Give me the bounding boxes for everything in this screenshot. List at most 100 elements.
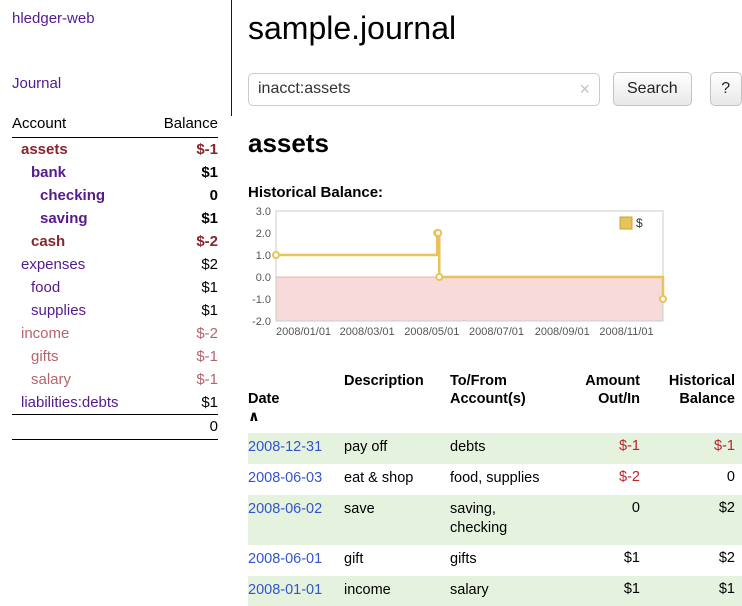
svg-text:-1.0: -1.0: [252, 294, 271, 306]
journal-link[interactable]: Journal: [12, 75, 61, 92]
accounts-header: Account Balance: [12, 113, 218, 138]
brand: hledger-web: [12, 10, 218, 28]
date-link[interactable]: 2008-06-01: [248, 551, 322, 567]
register-row: 2008-12-31 pay off debts $-1 $-1: [248, 433, 742, 464]
account-cell: food, supplies: [450, 464, 570, 495]
main-content: sample.journal × Search ? assets Histori…: [248, 0, 742, 606]
help-button[interactable]: ?: [710, 72, 742, 106]
chart-x-axis-labels: 2008/01/012008/03/012008/05/012008/07/01…: [276, 326, 654, 338]
balance-cell: $2: [640, 545, 742, 576]
svg-text:1.0: 1.0: [256, 250, 271, 262]
description-cell: pay off: [344, 433, 450, 464]
sort-asc-icon: ∧: [248, 409, 260, 425]
account-row: cash $-2: [12, 230, 218, 253]
description-cell: income: [344, 576, 450, 606]
account-row: income $-2: [12, 322, 218, 345]
account-link-salary[interactable]: salary: [12, 371, 71, 388]
account-link-cash[interactable]: cash: [12, 233, 65, 250]
account-link-checking[interactable]: checking: [12, 187, 105, 204]
account-balance: $-1: [196, 141, 218, 158]
sidebar-nav: Journal: [12, 75, 218, 92]
amount-cell: $1: [570, 545, 640, 576]
account-link-bank[interactable]: bank: [12, 164, 66, 181]
date-link[interactable]: 2008-12-31: [248, 439, 322, 455]
header-account: To/From Account(s): [450, 368, 570, 433]
account-row: checking 0: [12, 184, 218, 207]
account-row: liabilities:debts $1: [12, 391, 218, 415]
description-cell: eat & shop: [344, 464, 450, 495]
chart-y-axis-labels: 3.02.01.00.0-1.0-2.0: [252, 207, 271, 328]
account-balance: $-2: [196, 233, 218, 250]
svg-text:-2.0: -2.0: [252, 316, 271, 328]
search-row: × Search ?: [248, 72, 742, 106]
account-row: gifts $-1: [12, 345, 218, 368]
register-table-container: Date ∧ Description To/From Account(s) Am…: [248, 368, 742, 606]
account-link-assets[interactable]: assets: [12, 141, 68, 158]
register-row: 2008-06-03 eat & shop food, supplies $-2…: [248, 464, 742, 495]
account-link-food[interactable]: food: [12, 279, 60, 296]
account-balance: $-1: [196, 371, 218, 388]
svg-text:2008/07/01: 2008/07/01: [469, 326, 524, 338]
amount-cell: $-1: [570, 433, 640, 464]
search-input[interactable]: [258, 80, 579, 98]
account-link-supplies[interactable]: supplies: [12, 302, 86, 319]
account-balance: $1: [201, 164, 218, 181]
account-link-expenses[interactable]: expenses: [12, 256, 85, 273]
register-header-row: Date ∧ Description To/From Account(s) Am…: [248, 368, 742, 433]
account-row: bank $1: [12, 161, 218, 184]
account-heading: assets: [248, 128, 742, 159]
account-link-liabilities-debts[interactable]: liabilities:debts: [12, 394, 119, 411]
account-cell: saving, checking: [450, 495, 570, 545]
svg-text:2008/09/01: 2008/09/01: [535, 326, 590, 338]
accounts-total-row: 0: [12, 415, 218, 440]
amount-cell: $-2: [570, 464, 640, 495]
account-link-gifts[interactable]: gifts: [12, 348, 59, 365]
account-row: food $1: [12, 276, 218, 299]
account-cell: salary: [450, 576, 570, 606]
account-row: supplies $1: [12, 299, 218, 322]
account-balance: $1: [201, 302, 218, 319]
account-balance: $-2: [196, 325, 218, 342]
account-row: expenses $2: [12, 253, 218, 276]
account-balance: $1: [201, 210, 218, 227]
header-balance: Historical Balance: [640, 368, 742, 433]
svg-text:2008/11/01: 2008/11/01: [599, 326, 653, 338]
page-title: sample.journal: [248, 10, 742, 47]
header-description: Description: [344, 368, 450, 433]
date-link[interactable]: 2008-06-03: [248, 470, 322, 486]
account-cell: debts: [450, 433, 570, 464]
svg-text:3.0: 3.0: [256, 207, 271, 218]
date-link[interactable]: 2008-01-01: [248, 582, 322, 598]
legend-swatch-icon: [620, 217, 632, 229]
account-balance: $2: [201, 256, 218, 273]
header-date[interactable]: Date ∧: [248, 368, 344, 433]
account-link-saving[interactable]: saving: [12, 210, 88, 227]
account-row: salary $-1: [12, 368, 218, 391]
account-link-income[interactable]: income: [12, 325, 69, 342]
register-row: 2008-06-01 gift gifts $1 $2: [248, 545, 742, 576]
balance-cell: $2: [640, 495, 742, 545]
brand-link[interactable]: hledger-web: [12, 10, 95, 27]
svg-text:2008/01/01: 2008/01/01: [276, 326, 331, 338]
search-button[interactable]: Search: [613, 72, 692, 106]
search-box[interactable]: ×: [248, 73, 600, 106]
header-amount: Amount Out/In: [570, 368, 640, 433]
accounts-header-balance: Balance: [164, 115, 218, 132]
balance-cell: $1: [640, 576, 742, 606]
balance-cell: $-1: [640, 433, 742, 464]
account-row: saving $1: [12, 207, 218, 230]
description-cell: save: [344, 495, 450, 545]
account-cell: gifts: [450, 545, 570, 576]
account-balance: $1: [201, 394, 218, 411]
accounts-total: 0: [210, 418, 218, 435]
account-balance: 0: [210, 187, 218, 204]
clear-icon[interactable]: ×: [579, 80, 590, 98]
description-cell: gift: [344, 545, 450, 576]
date-link[interactable]: 2008-06-02: [248, 501, 322, 517]
historical-balance-chart: 3.02.01.00.0-1.0-2.0 2008/01/012008/03/0…: [248, 207, 672, 341]
register-row: 2008-01-01 income salary $1 $1: [248, 576, 742, 606]
balance-chart-container: 3.02.01.00.0-1.0-2.0 2008/01/012008/03/0…: [248, 207, 742, 346]
account-balance: $-1: [196, 348, 218, 365]
chart-section-label: Historical Balance:: [248, 184, 742, 201]
amount-cell: 0: [570, 495, 640, 545]
